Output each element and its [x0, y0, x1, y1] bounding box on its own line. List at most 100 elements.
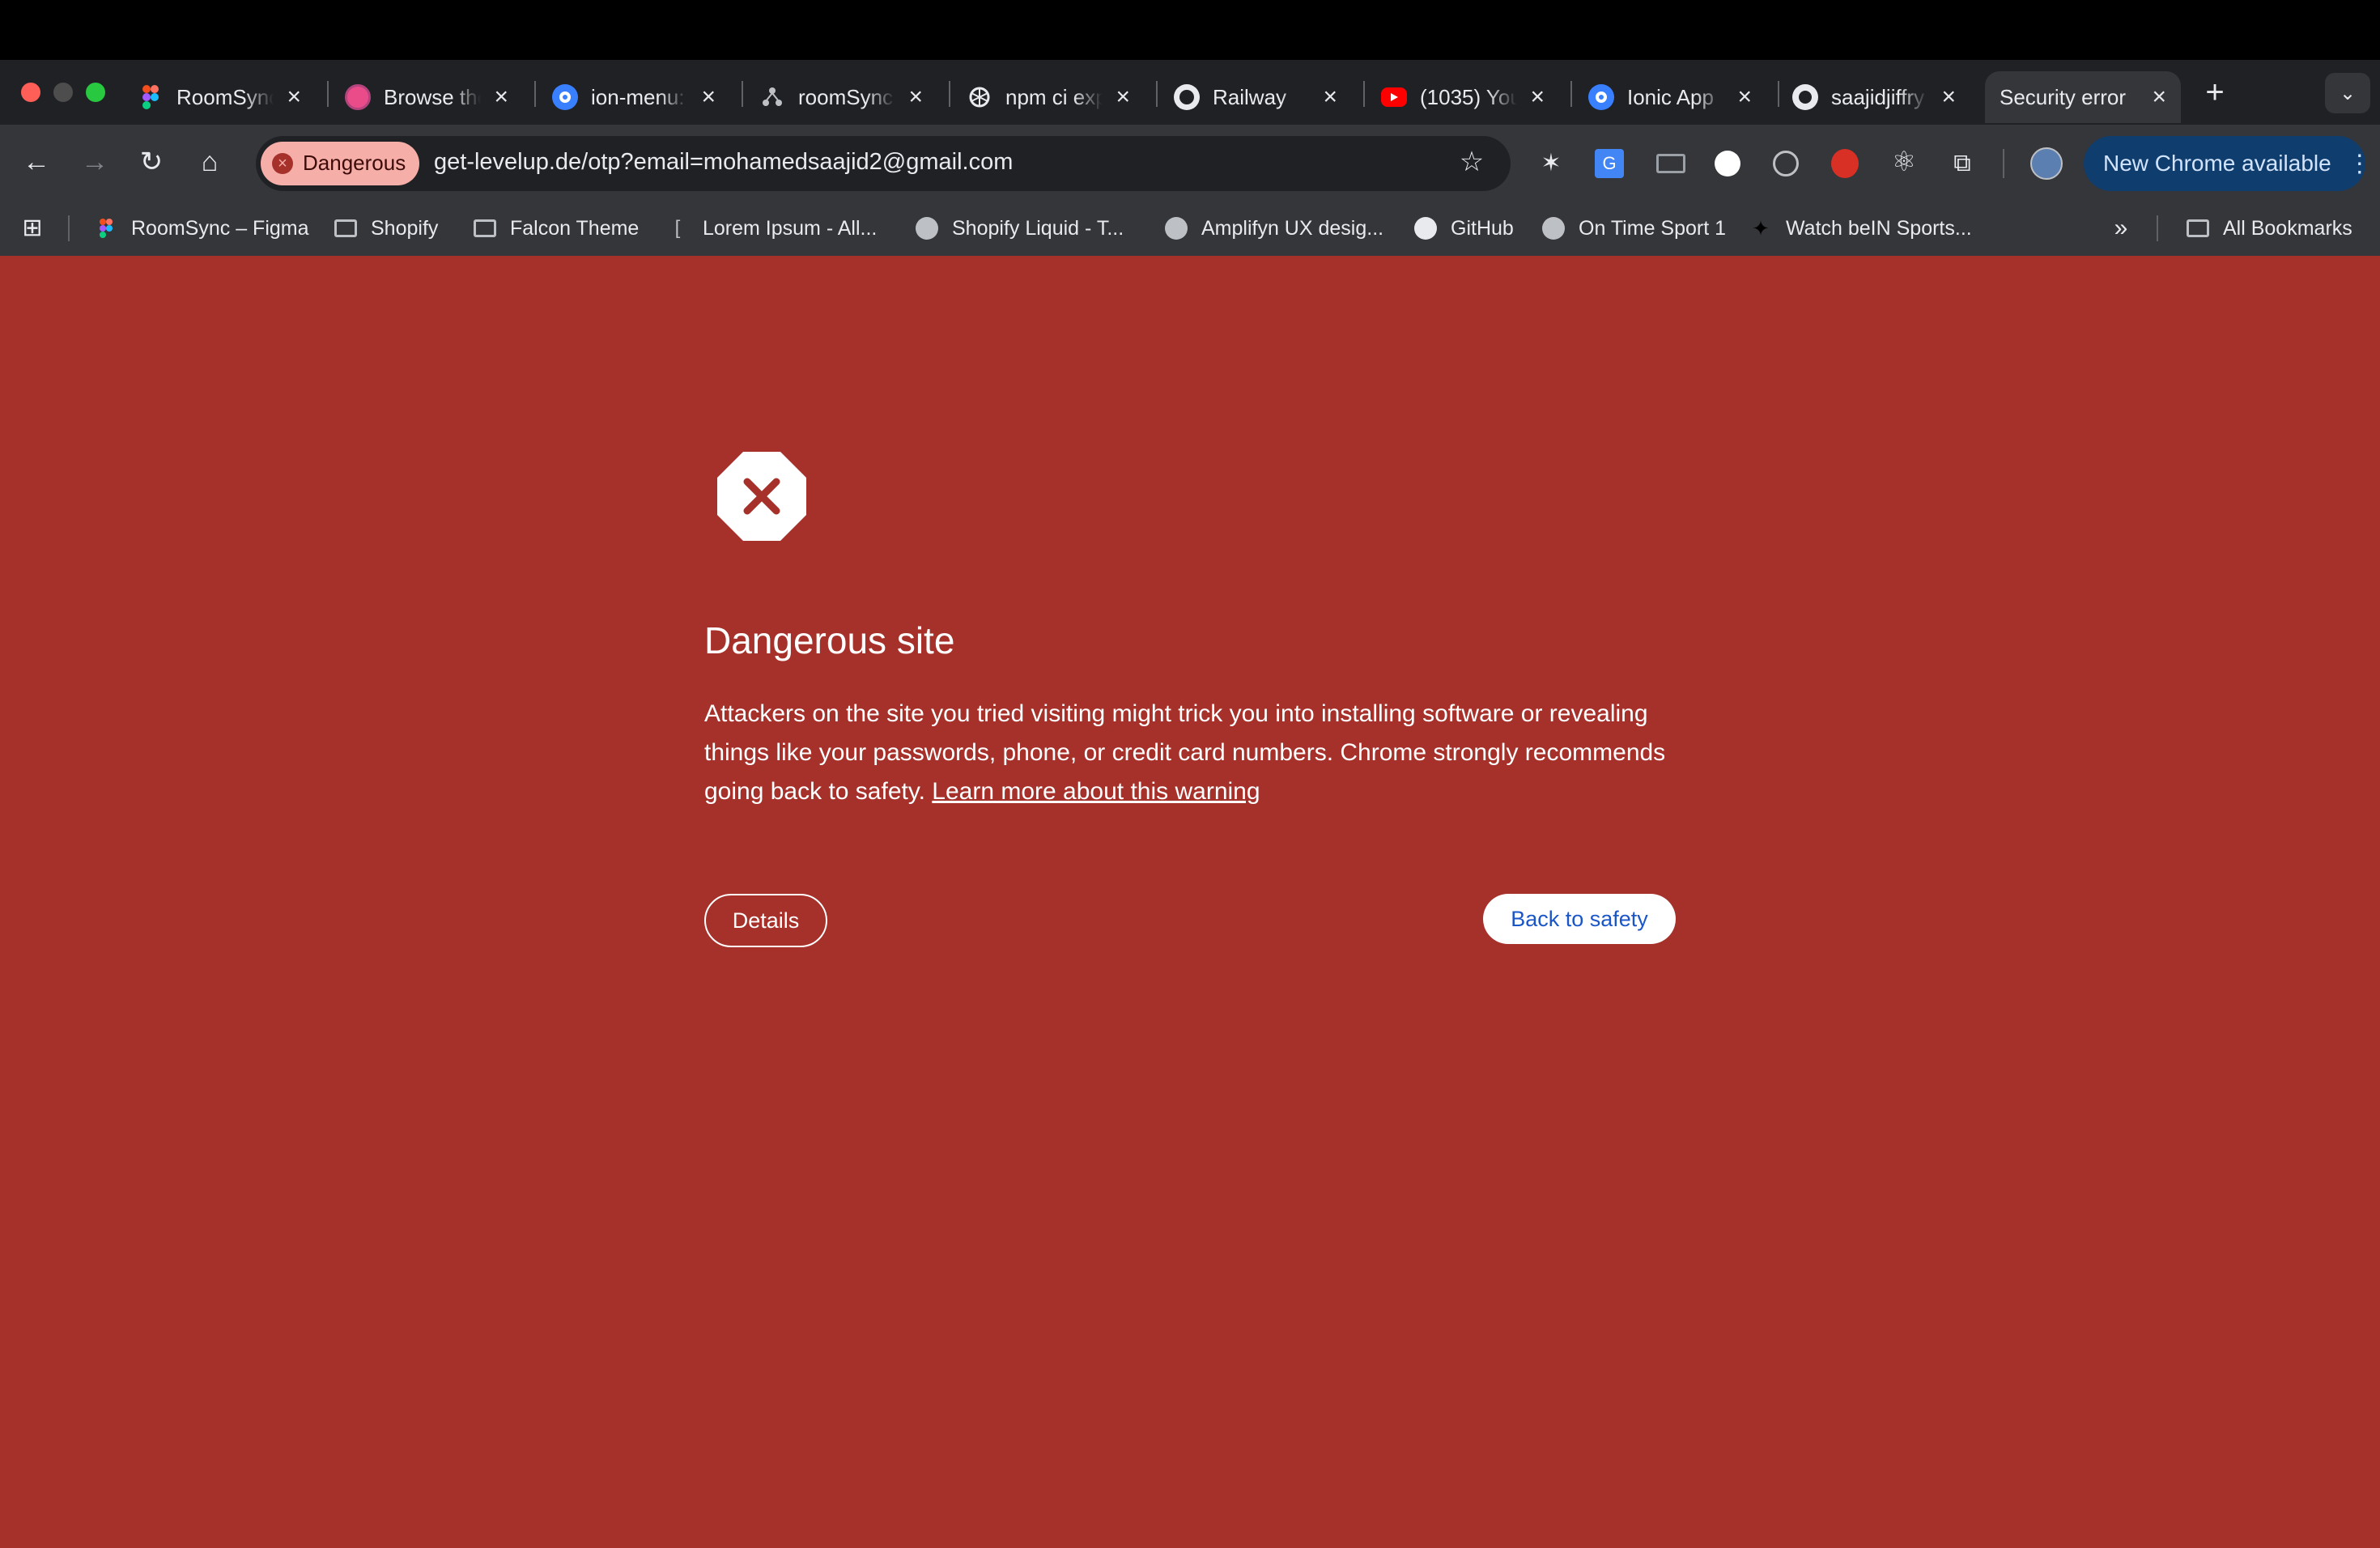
learn-more-link[interactable]: Learn more about this warning	[932, 778, 1260, 805]
tab-github[interactable]: saajidjiffry ×	[1792, 71, 1970, 123]
tab-separator	[949, 81, 950, 107]
picture-in-picture-icon[interactable]	[1656, 154, 1685, 173]
close-tab-icon[interactable]: ×	[1323, 83, 1337, 112]
close-tab-icon[interactable]: ×	[1530, 83, 1545, 112]
tab-separator	[1156, 81, 1158, 107]
close-tab-icon[interactable]: ×	[1116, 83, 1130, 112]
dribbble-icon	[345, 84, 371, 110]
bookmark-divider	[2157, 215, 2158, 241]
all-bookmarks-label: All Bookmarks	[2223, 216, 2352, 240]
tab-ionic-app[interactable]: Ionic App ×	[1588, 71, 1766, 123]
tab-title: npm ci explained	[1005, 84, 1103, 109]
chevron-down-icon: ⌄	[2339, 82, 2357, 104]
profile-avatar[interactable]	[2030, 147, 2063, 180]
figma-icon	[138, 84, 164, 110]
globe-icon	[915, 216, 939, 240]
bookmark-label: Falcon Theme	[510, 216, 640, 240]
more-bookmarks-chevron-icon[interactable]: »	[2106, 212, 2136, 245]
bookmark-lorem-ipsum[interactable]: [ Lorem Ipsum - All...	[665, 212, 878, 245]
tab-title: Ionic App	[1627, 84, 1714, 109]
extension-wand-icon[interactable]: ✶	[1535, 147, 1567, 180]
tab-npm-ci[interactable]: npm ci explained ×	[967, 71, 1145, 123]
new-chrome-available-button[interactable]: New Chrome available ⋮	[2084, 136, 2372, 191]
close-window-button[interactable]	[21, 83, 40, 102]
url-text[interactable]: get-levelup.de/otp?email=mohamedsaajid2@…	[434, 149, 1013, 176]
bookmark-star-icon[interactable]: ☆	[1454, 146, 1490, 178]
close-tab-icon[interactable]: ×	[1941, 83, 1956, 112]
tab-separator	[742, 81, 743, 107]
tab-title: Railway	[1213, 84, 1287, 109]
back-arrow-icon[interactable]: ←	[18, 146, 55, 178]
reload-icon[interactable]: ↻	[133, 146, 170, 178]
tab-title: RoomSync – Figma	[176, 84, 274, 109]
openai-icon	[967, 84, 992, 110]
tab-roomsync-figma[interactable]: RoomSync – Figma ×	[138, 71, 316, 123]
bookmark-shopify-liquid[interactable]: Shopify Liquid - T...	[915, 212, 1124, 245]
bein-icon: ✦	[1752, 215, 1770, 240]
tab-separator	[1778, 81, 1779, 107]
close-tab-icon[interactable]: ×	[1737, 83, 1752, 112]
page-title: Dangerous site	[704, 619, 955, 661]
github-icon	[1792, 84, 1818, 110]
bookmark-github[interactable]: GitHub	[1413, 212, 1514, 245]
tab-separator	[1570, 81, 1572, 107]
tab-security-error[interactable]: Security error ×	[1985, 71, 2181, 123]
bookmark-watch-bein[interactable]: ✦ Watch beIN Sports...	[1749, 212, 1972, 245]
danger-stop-icon	[717, 452, 806, 541]
bookmark-label: GitHub	[1451, 216, 1514, 240]
tab-title: roomSync	[798, 84, 894, 109]
lorem-icon: [	[674, 217, 681, 239]
close-tab-icon[interactable]: ×	[287, 83, 301, 112]
bookmark-label: Shopify Liquid - T...	[952, 216, 1124, 240]
tab-youtube[interactable]: (1035) YouTube ×	[1381, 71, 1559, 123]
railway-icon	[1174, 84, 1200, 110]
bookmark-label: On Time Sport 1	[1579, 216, 1727, 240]
globe-icon	[1164, 216, 1188, 240]
bookmark-folder-shopify[interactable]: Shopify	[334, 212, 438, 245]
all-bookmarks-button[interactable]: All Bookmarks	[2186, 212, 2352, 245]
bookmark-roomsync-figma[interactable]: RoomSync – Figma	[94, 212, 309, 245]
translate-icon[interactable]: G	[1595, 149, 1624, 178]
update-button-label: New Chrome available	[2103, 151, 2331, 176]
bookmark-label: Amplifyn UX desig...	[1201, 216, 1384, 240]
tab-title: Security error	[2000, 84, 2127, 109]
menu-bar-area	[0, 0, 2380, 60]
tab-title: saajidjiffry	[1831, 84, 1925, 109]
network-icon	[759, 84, 785, 110]
home-icon[interactable]: ⌂	[191, 146, 228, 178]
bookmark-label: RoomSync – Figma	[131, 216, 309, 240]
tab-ion-menu[interactable]: ion-menu: Ionic ×	[552, 71, 730, 123]
back-to-safety-button[interactable]: Back to safety	[1483, 894, 1676, 944]
apps-grid-icon[interactable]: ⊞	[16, 212, 49, 245]
close-tab-icon[interactable]: ×	[494, 83, 508, 112]
extension-hand-icon[interactable]	[1831, 149, 1859, 178]
forward-arrow-icon[interactable]: →	[76, 146, 113, 178]
folder-icon	[334, 216, 358, 240]
danger-x-icon: ×	[272, 153, 293, 174]
more-vert-icon: ⋮	[2347, 150, 2372, 177]
bookmark-amplifyn[interactable]: Amplifyn UX desig...	[1164, 212, 1383, 245]
extension-circle-icon[interactable]	[1715, 151, 1740, 176]
toolbar-divider	[2003, 149, 2004, 178]
extension-target-icon[interactable]	[1773, 151, 1799, 176]
minimize-window-button[interactable]	[53, 83, 73, 102]
tab-railway[interactable]: Railway ×	[1174, 71, 1352, 123]
new-tab-plus-icon[interactable]: +	[2199, 76, 2231, 108]
ionic-icon	[1588, 84, 1614, 110]
details-button[interactable]: Details	[704, 894, 827, 947]
bookmark-divider	[68, 215, 70, 241]
tab-dribbble[interactable]: Browse the Dribbble ×	[345, 71, 523, 123]
zoom-window-button[interactable]	[86, 83, 105, 102]
close-tab-icon[interactable]: ×	[701, 83, 716, 112]
close-tab-icon[interactable]: ×	[908, 83, 923, 112]
tab-separator	[1363, 81, 1365, 107]
tab-title: Browse the Dribbble	[384, 84, 481, 109]
react-devtools-icon[interactable]: ⚛	[1886, 146, 1922, 178]
extensions-puzzle-icon[interactable]: ⧉	[1946, 147, 1978, 180]
tab-roomsync[interactable]: roomSync ×	[759, 71, 937, 123]
tab-search-button[interactable]: ⌄	[2325, 73, 2370, 113]
ionic-icon	[552, 84, 578, 110]
bookmark-folder-falcon-theme[interactable]: Falcon Theme	[473, 212, 639, 245]
bookmark-on-time-sport[interactable]: On Time Sport 1	[1541, 212, 1726, 245]
close-tab-icon[interactable]: ×	[2152, 83, 2166, 112]
